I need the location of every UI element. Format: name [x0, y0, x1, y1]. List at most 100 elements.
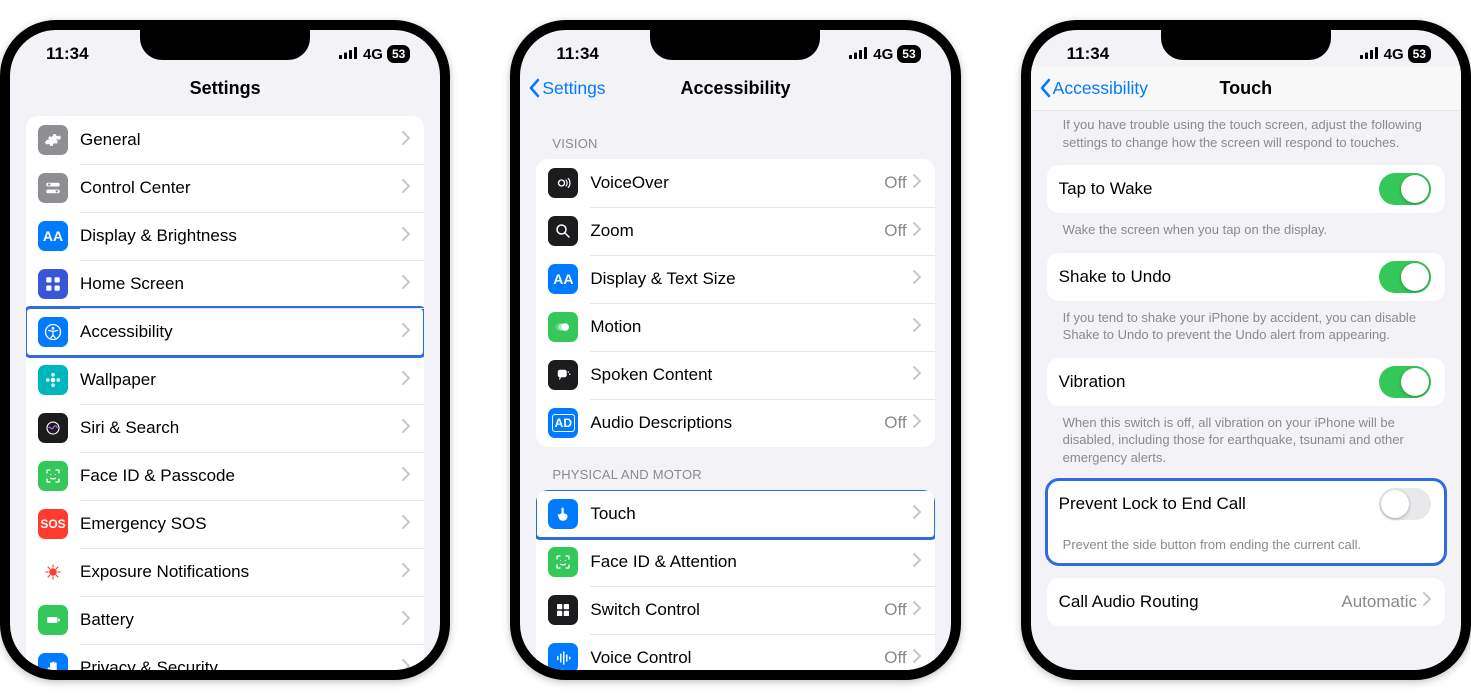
row-accessibility[interactable]: Accessibility [26, 308, 424, 356]
toggle-shake-to-undo[interactable] [1379, 261, 1431, 293]
status-network: 4G [873, 46, 893, 63]
row-label: Emergency SOS [80, 514, 402, 534]
row-privacy[interactable]: Privacy & Security [26, 644, 424, 670]
chevron-icon [402, 419, 410, 438]
row-tap-to-wake[interactable]: Tap to Wake [1047, 165, 1445, 213]
row-sos[interactable]: SOS Emergency SOS [26, 500, 424, 548]
face-icon [548, 547, 578, 577]
back-button[interactable]: Settings [528, 66, 605, 110]
battery-indicator: 53 [387, 45, 410, 63]
toggle-prevent-lock[interactable] [1379, 488, 1431, 520]
chevron-icon [913, 270, 921, 289]
row-display[interactable]: AA Display & Brightness [26, 212, 424, 260]
prevent-lock-note: Prevent the side button from ending the … [1047, 528, 1445, 564]
row-value: Off [884, 173, 906, 193]
row-display-text[interactable]: AA Display & Text Size [536, 255, 934, 303]
virus-icon [38, 557, 68, 587]
motion-icon [548, 312, 578, 342]
row-label: VoiceOver [590, 173, 884, 193]
back-button[interactable]: Accessibility [1039, 66, 1148, 110]
toggle-tap-to-wake[interactable] [1379, 173, 1431, 205]
row-label: Face ID & Passcode [80, 466, 402, 486]
chevron-icon [402, 275, 410, 294]
nav-title: Touch [1219, 78, 1272, 99]
siri-icon [38, 413, 68, 443]
phone-accessibility: 11:34 4G 53 Settings Accessibility VISIO… [510, 20, 960, 680]
section-header-physical: PHYSICAL AND MOTOR [536, 447, 934, 490]
row-control-center[interactable]: Control Center [26, 164, 424, 212]
row-switch-ctrl[interactable]: Switch Control Off [536, 586, 934, 634]
aa-icon: AA [548, 264, 578, 294]
nav-title: Accessibility [680, 78, 790, 99]
chevron-icon [402, 371, 410, 390]
row-home-screen[interactable]: Home Screen [26, 260, 424, 308]
settings-list: General Control Center AA Display & Brig… [26, 116, 424, 670]
ad-icon: AD [548, 408, 578, 438]
row-shake-to-undo[interactable]: Shake to Undo [1047, 253, 1445, 301]
call-audio-group: Call Audio Routing Automatic [1047, 578, 1445, 626]
row-label: Vibration [1059, 372, 1379, 392]
row-label: Touch [590, 504, 912, 524]
row-vibration[interactable]: Vibration [1047, 358, 1445, 406]
section-header-vision: VISION [536, 116, 934, 159]
speech-icon [548, 360, 578, 390]
row-label: Prevent Lock to End Call [1059, 494, 1379, 514]
toggle-vibration[interactable] [1379, 366, 1431, 398]
row-general[interactable]: General [26, 116, 424, 164]
shake-undo-group: Shake to Undo [1047, 253, 1445, 301]
row-call-audio-routing[interactable]: Call Audio Routing Automatic [1047, 578, 1445, 626]
row-value: Off [884, 600, 906, 620]
chevron-icon [913, 174, 921, 193]
row-face-attn[interactable]: Face ID & Attention [536, 538, 934, 586]
row-label: Spoken Content [590, 365, 912, 385]
battery-icon [38, 605, 68, 635]
chevron-icon [913, 366, 921, 385]
row-label: Home Screen [80, 274, 402, 294]
row-wallpaper[interactable]: Wallpaper [26, 356, 424, 404]
intro-note: If you have trouble using the touch scre… [1047, 120, 1445, 165]
chevron-icon [913, 505, 921, 524]
chevron-icon [913, 222, 921, 241]
signal-icon [849, 44, 869, 64]
row-voiceover[interactable]: VoiceOver Off [536, 159, 934, 207]
row-audio-desc[interactable]: AD Audio Descriptions Off [536, 399, 934, 447]
row-prevent-lock-end-call[interactable]: Prevent Lock to End Call [1047, 480, 1445, 528]
tap-to-wake-note: Wake the screen when you tap on the disp… [1047, 213, 1445, 253]
row-label: Accessibility [80, 322, 402, 342]
row-touch[interactable]: Touch [536, 490, 934, 538]
notch [650, 30, 820, 60]
row-faceid[interactable]: Face ID & Passcode [26, 452, 424, 500]
switch-icon [548, 595, 578, 625]
row-spoken[interactable]: Spoken Content [536, 351, 934, 399]
chevron-icon [402, 515, 410, 534]
row-zoom[interactable]: Zoom Off [536, 207, 934, 255]
status-network: 4G [363, 46, 383, 63]
voice-icon [548, 643, 578, 670]
sos-icon: SOS [38, 509, 68, 539]
row-motion[interactable]: Motion [536, 303, 934, 351]
row-label: Privacy & Security [80, 658, 402, 670]
row-voice-ctrl[interactable]: Voice Control Off [536, 634, 934, 670]
nav-bar: Settings [10, 66, 440, 110]
row-siri[interactable]: Siri & Search [26, 404, 424, 452]
signal-icon [1360, 44, 1380, 64]
status-time: 11:34 [1053, 44, 1110, 64]
row-label: Voice Control [590, 648, 884, 668]
status-time: 11:34 [32, 44, 89, 64]
chevron-icon [913, 318, 921, 337]
row-label: Motion [590, 317, 912, 337]
chevron-icon [913, 553, 921, 572]
vision-list: VoiceOver Off Zoom Off AA Display & Text… [536, 159, 934, 447]
row-value: Automatic [1341, 592, 1417, 612]
row-exposure[interactable]: Exposure Notifications [26, 548, 424, 596]
signal-icon [339, 44, 359, 64]
vibration-note: When this switch is off, all vibration o… [1047, 406, 1445, 481]
chevron-icon [402, 179, 410, 198]
row-label: Display & Text Size [590, 269, 912, 289]
row-label: Zoom [590, 221, 884, 241]
touch-icon [548, 499, 578, 529]
voiceover-icon [548, 168, 578, 198]
row-label: Battery [80, 610, 402, 630]
row-label: Siri & Search [80, 418, 402, 438]
row-battery[interactable]: Battery [26, 596, 424, 644]
